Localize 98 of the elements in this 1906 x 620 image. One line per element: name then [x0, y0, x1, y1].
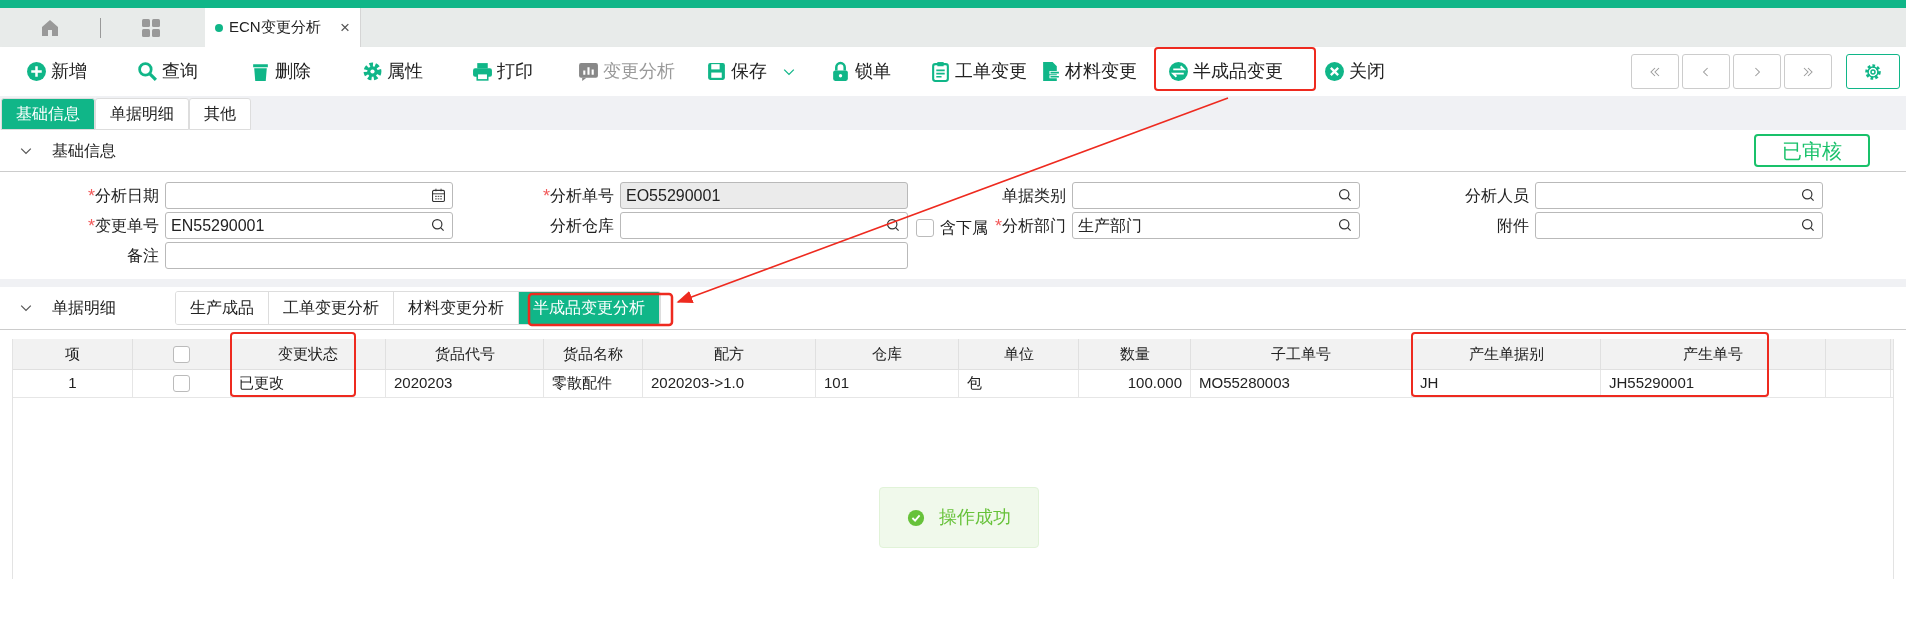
tab-label: ECN变更分析: [229, 17, 321, 38]
input-field[interactable]: EN55290001: [165, 212, 453, 239]
required-mark: *: [88, 216, 95, 235]
grid-icon: [141, 17, 161, 38]
field-label: 分析人员: [1465, 185, 1529, 206]
printer-icon: [472, 61, 493, 82]
field-label: 变更单号: [95, 215, 159, 236]
trash-icon: [250, 61, 271, 82]
toolbar-button[interactable]: 关闭: [1320, 54, 1389, 89]
toolbar-button[interactable]: 锁单: [826, 54, 895, 89]
input-field[interactable]: [1535, 182, 1823, 209]
table-cell-text: MO55280003: [1199, 373, 1290, 394]
column-header: 数量: [1119, 343, 1150, 364]
toolbar-button[interactable]: 属性: [358, 54, 427, 89]
input-field: EO55290001: [620, 182, 908, 209]
table-cell-text: JH55290001: [1609, 373, 1695, 394]
exchange-icon: [1168, 61, 1189, 82]
toolbar-button[interactable]: 查询: [133, 54, 202, 89]
column-header: 单位: [1003, 343, 1034, 364]
search-icon: [1337, 217, 1354, 234]
add-icon: [26, 61, 47, 82]
lock-icon: [830, 61, 851, 82]
checkbox-label: 含下属: [940, 218, 988, 238]
table-cell-text: 已更改: [239, 373, 284, 394]
column-header: 仓库: [872, 343, 902, 364]
table-cell-text: 2020203->1.0: [651, 373, 744, 394]
close-icon: [1324, 61, 1345, 82]
section-title: 基础信息: [52, 140, 116, 161]
column-header: 货品名称: [563, 343, 623, 364]
section-title: 单据明细: [52, 298, 116, 318]
search-icon: [430, 217, 447, 234]
column-header: 产生单号: [1683, 343, 1743, 364]
column-header: 产生单据别: [1468, 343, 1544, 364]
toast-message: 操作成功: [879, 487, 1039, 548]
search-icon: [885, 217, 902, 234]
column-header: 货品代号: [434, 343, 495, 364]
required-mark: *: [995, 216, 1002, 235]
checkbox[interactable]: [173, 375, 190, 392]
column-header: 配方: [714, 343, 744, 364]
input-field[interactable]: [1072, 182, 1360, 209]
date-field[interactable]: [165, 182, 453, 209]
checkbox[interactable]: [173, 345, 190, 363]
toolbar-button[interactable]: 保存: [702, 54, 801, 89]
page-tab[interactable]: 其他: [189, 98, 251, 130]
column-header: 子工单号: [1271, 343, 1331, 364]
column-header: 项: [65, 343, 80, 364]
success-check-icon: [907, 508, 925, 527]
table-cell-text: 包: [967, 373, 982, 394]
document-icon: [1040, 61, 1061, 82]
column-header: 变更状态: [278, 343, 338, 364]
detail-tab[interactable]: 生产成品: [176, 292, 269, 324]
table-cell-text: 零散配件: [552, 373, 612, 394]
section-toggle[interactable]: 单据明细: [18, 296, 175, 320]
table-cell-text: 2020203: [394, 373, 453, 394]
required-mark: *: [543, 186, 550, 205]
settings-icon: [1863, 61, 1883, 82]
required-mark: *: [88, 186, 95, 205]
search-icon: [1800, 217, 1817, 234]
page-tab[interactable]: 单据明细: [95, 98, 189, 130]
field-label: 分析单号: [550, 185, 614, 206]
status-badge: 已审核: [1754, 134, 1870, 167]
input-field[interactable]: 生产部门: [1072, 212, 1360, 239]
toolbar-button[interactable]: 半成品变更: [1164, 54, 1287, 89]
previous-button[interactable]: [1682, 54, 1730, 89]
app-tab[interactable]: ECN变更分析 ×: [205, 8, 361, 47]
chart-icon: [578, 61, 599, 82]
clipboard-icon: [930, 61, 951, 82]
toolbar-button[interactable]: 新增: [22, 54, 91, 89]
input-field[interactable]: [620, 212, 908, 239]
field-label: 单据类别: [1002, 185, 1066, 206]
table-cell-text: JH: [1420, 373, 1439, 394]
search-icon: [1800, 187, 1817, 204]
first-page-button[interactable]: [1631, 54, 1679, 89]
calendar-icon: [430, 187, 447, 204]
toolbar-button[interactable]: 材料变更: [1036, 54, 1141, 89]
last-page-button[interactable]: [1784, 54, 1832, 89]
search-icon: [137, 61, 158, 82]
field-label: 分析日期: [95, 185, 159, 206]
field-label: 分析部门: [1002, 215, 1066, 236]
input-field[interactable]: [165, 242, 908, 269]
table-cell-text: 1: [68, 373, 77, 394]
toolbar-button[interactable]: 删除: [246, 54, 315, 89]
settings-icon: [362, 61, 383, 82]
field-label: 附件: [1497, 215, 1529, 236]
close-icon[interactable]: ×: [340, 14, 350, 41]
toolbar-button[interactable]: 打印: [468, 54, 537, 89]
input-field[interactable]: [1535, 212, 1823, 239]
field-label: 分析仓库: [550, 215, 614, 236]
table-cell-text: 101: [824, 373, 850, 394]
checkbox[interactable]: [916, 219, 934, 237]
settings-button[interactable]: [1846, 54, 1900, 89]
table-cell-text: 100.000: [1127, 373, 1182, 394]
home-icon: [40, 17, 60, 38]
toolbar-button[interactable]: 工单变更: [926, 54, 1031, 89]
section-toggle[interactable]: 基础信息: [18, 138, 116, 163]
next-button[interactable]: [1733, 54, 1781, 89]
field-label: 备注: [127, 245, 159, 266]
search-icon: [1337, 187, 1354, 204]
